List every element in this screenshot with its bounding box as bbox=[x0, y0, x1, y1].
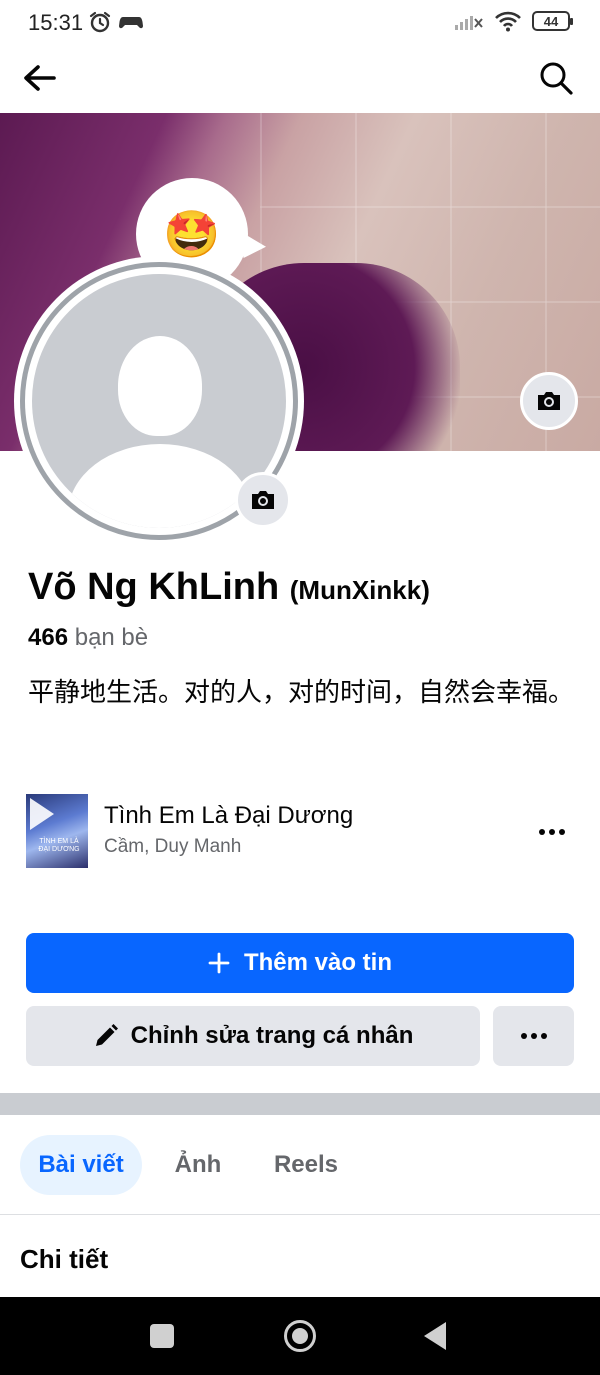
friends-label: bạn bè bbox=[74, 624, 149, 651]
camera-icon bbox=[252, 491, 274, 509]
top-nav bbox=[0, 44, 600, 112]
pencil-icon bbox=[95, 1024, 118, 1046]
profile-music[interactable]: TÌNH EM LÀ ĐẠI DƯƠNG Tình Em Là Đại Dươn… bbox=[26, 794, 576, 870]
profile-name: Võ Ng KhLinh (MunXinkk) bbox=[28, 566, 430, 609]
friends-count[interactable]: 466 bạn bè bbox=[28, 624, 148, 652]
avatar-head bbox=[118, 336, 202, 436]
profile-bio: 平静地生活。对的人，对的时间，自然会幸福。 bbox=[28, 677, 575, 707]
signal-off-icon bbox=[455, 16, 483, 30]
home-icon[interactable] bbox=[284, 1320, 316, 1352]
cover-camera-button[interactable] bbox=[520, 372, 578, 430]
music-title: Tình Em Là Đại Dương bbox=[104, 802, 354, 829]
more-dots-icon bbox=[520, 1033, 547, 1039]
details-heading: Chi tiết bbox=[20, 1244, 109, 1274]
system-nav-bar bbox=[0, 1297, 600, 1375]
tab-posts[interactable]: Bài viết bbox=[20, 1135, 142, 1195]
music-artist: Cầm, Duy Manh bbox=[104, 836, 242, 857]
search-button[interactable] bbox=[536, 58, 576, 98]
section-separator bbox=[0, 1093, 600, 1115]
edit-profile-label: Chỉnh sửa trang cá nhân bbox=[130, 1022, 414, 1049]
profile-more-button[interactable] bbox=[493, 1006, 574, 1066]
tab-reels[interactable]: Reels bbox=[258, 1135, 354, 1195]
status-left-icons bbox=[88, 10, 144, 34]
status-right-icons: 44 bbox=[454, 10, 573, 32]
back-button[interactable] bbox=[20, 58, 60, 98]
alarm-icon bbox=[89, 11, 111, 33]
play-icon bbox=[30, 798, 54, 830]
camera-icon bbox=[538, 392, 560, 410]
plus-icon bbox=[208, 952, 230, 974]
status-bar: 15:31 44 bbox=[0, 0, 600, 44]
more-dots-icon bbox=[539, 829, 565, 835]
back-arrow-icon bbox=[24, 65, 56, 91]
battery-icon: 44 bbox=[532, 11, 573, 31]
music-art-text: TÌNH EM LÀ ĐẠI DƯƠNG bbox=[38, 838, 80, 853]
music-more-button[interactable] bbox=[536, 816, 568, 848]
friends-count-number: 466 bbox=[28, 624, 69, 651]
avatar-camera-button[interactable] bbox=[235, 472, 291, 528]
edit-profile-button[interactable]: Chỉnh sửa trang cá nhân bbox=[26, 1006, 480, 1066]
profile-nickname: (MunXinkk) bbox=[289, 575, 430, 605]
star-struck-emoji-icon: 🤩 bbox=[163, 207, 221, 260]
recent-apps-icon[interactable] bbox=[150, 1324, 174, 1348]
search-icon bbox=[540, 62, 573, 95]
game-controller-icon bbox=[119, 17, 143, 29]
music-album-art: TÌNH EM LÀ ĐẠI DƯƠNG bbox=[26, 794, 88, 868]
system-back-icon[interactable] bbox=[424, 1322, 446, 1350]
profile-tabs: Bài viết Ảnh Reels bbox=[0, 1115, 600, 1215]
avatar-body bbox=[68, 444, 252, 528]
wifi-icon bbox=[495, 11, 521, 32]
add-to-story-button[interactable]: Thêm vào tin bbox=[26, 933, 574, 993]
profile-name-text: Võ Ng KhLinh bbox=[28, 566, 280, 608]
battery-level: 44 bbox=[543, 13, 559, 29]
add-to-story-label: Thêm vào tin bbox=[243, 949, 393, 976]
status-time: 15:31 bbox=[28, 10, 84, 35]
tab-photos[interactable]: Ảnh bbox=[162, 1135, 234, 1195]
